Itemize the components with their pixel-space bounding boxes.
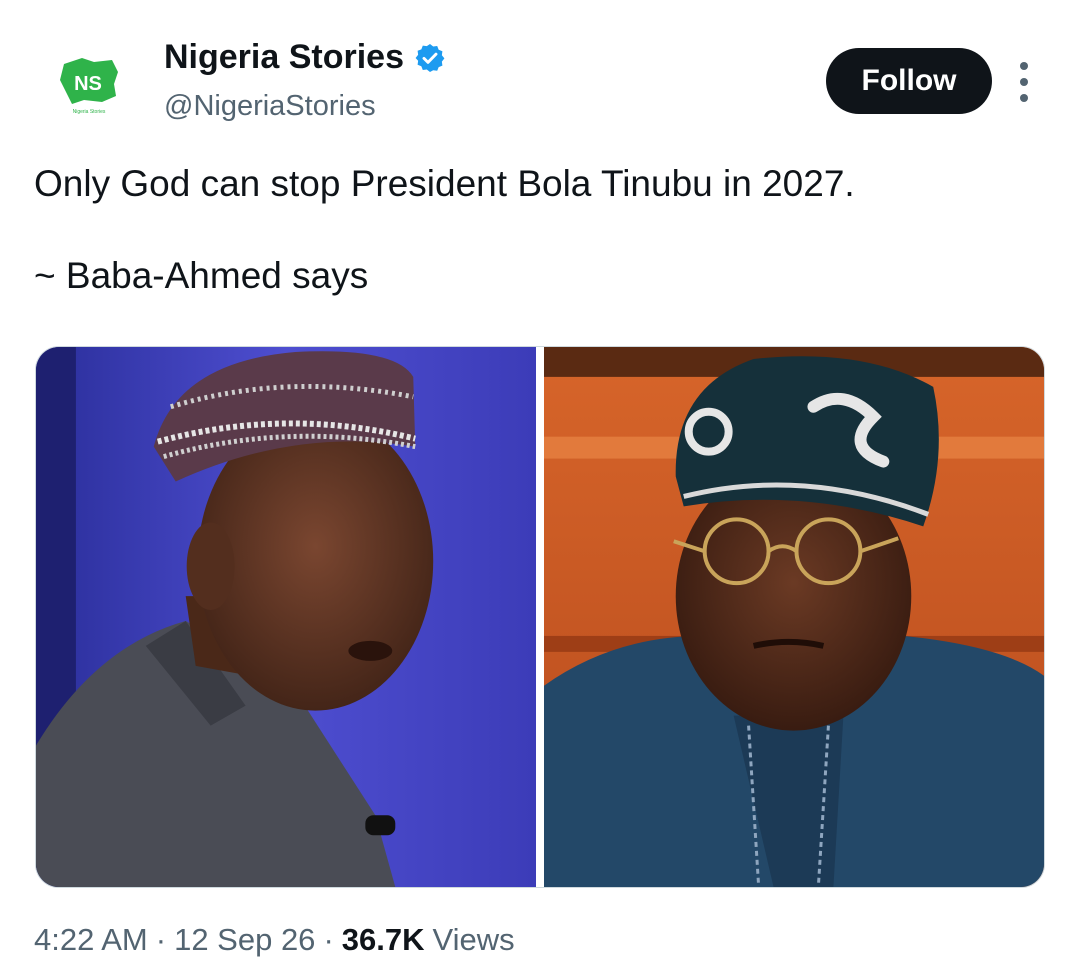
author-name[interactable]: Nigeria Stories bbox=[164, 38, 404, 77]
photo-man-in-cap bbox=[36, 347, 536, 887]
views-label: Views bbox=[432, 922, 515, 957]
avatar[interactable]: NS Nigeria Stories bbox=[48, 44, 130, 126]
tweet-line-attribution: ~ Baba-Ahmed says bbox=[34, 255, 369, 296]
media-photo-right[interactable] bbox=[544, 347, 1044, 887]
tweet-line-quote: Only God can stop President Bola Tinubu … bbox=[34, 163, 855, 204]
media-photo-left[interactable] bbox=[36, 347, 536, 887]
meta-separator: · bbox=[155, 922, 167, 957]
views-count[interactable]: 36.7K bbox=[342, 922, 425, 958]
author-handle[interactable]: @NigeriaStories bbox=[164, 90, 376, 123]
svg-text:NS: NS bbox=[74, 73, 102, 95]
svg-text:Nigeria Stories: Nigeria Stories bbox=[73, 109, 106, 115]
tweet-media[interactable] bbox=[35, 346, 1045, 888]
meta-separator: · bbox=[323, 922, 334, 957]
tweet-meta: 4:22 AM · 12 Sep 26 · 36.7K Views bbox=[34, 922, 515, 958]
more-dot bbox=[1020, 62, 1028, 70]
more-vertical-icon[interactable] bbox=[1010, 62, 1038, 102]
more-dot bbox=[1020, 94, 1028, 102]
follow-button[interactable]: Follow bbox=[826, 48, 992, 114]
tweet-date[interactable]: 12 Sep 26 bbox=[174, 922, 315, 958]
more-dot bbox=[1020, 78, 1028, 86]
tweet-time[interactable]: 4:22 AM bbox=[34, 922, 148, 958]
verified-badge-icon bbox=[414, 42, 446, 74]
nigeria-map-logo-icon: NS Nigeria Stories bbox=[60, 58, 118, 115]
tweet-text: Only God can stop President Bola Tinubu … bbox=[34, 160, 1044, 300]
photo-man-in-fila bbox=[544, 347, 1044, 887]
author-name-row: Nigeria Stories bbox=[164, 38, 446, 77]
